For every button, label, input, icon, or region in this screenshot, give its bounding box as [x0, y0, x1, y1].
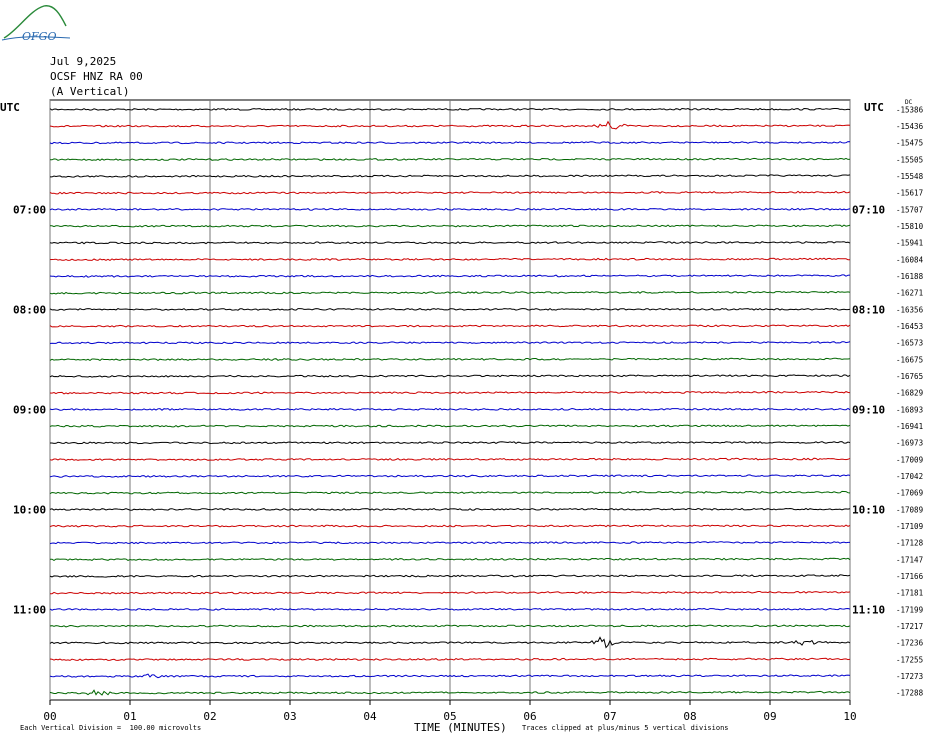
dc-offset-label: -16356: [896, 305, 924, 314]
dc-offset-label: -17147: [896, 555, 923, 564]
x-tick-label: 04: [363, 710, 377, 723]
dc-offset-label: -16765: [896, 372, 923, 381]
helicorder-chart: 00 01 02 03 04 05 06 07 08 09 10-15386-15436-15475…: [0, 99, 924, 723]
x-tick-label: 06: [523, 710, 536, 723]
hour-label-right: 09:10: [852, 403, 885, 416]
dc-offset-label: -15505: [896, 155, 923, 164]
hour-label-right: 07:10: [852, 203, 885, 216]
dc-offset-label: -16188: [896, 272, 924, 281]
dc-offset-label: -16941: [896, 422, 923, 431]
dc-offset-label: -17255: [896, 655, 923, 664]
dc-offset-label: -17199: [896, 605, 923, 614]
hour-label-right: 11:10: [852, 603, 885, 616]
dc-offset-label: -15617: [896, 189, 923, 198]
dc-offset-label: -17217: [896, 622, 923, 631]
x-tick-label: 07: [603, 710, 616, 723]
dc-offset-label: -16893: [896, 405, 923, 414]
utc-right-label: UTC: [864, 101, 884, 114]
clip-note: Traces clipped at plus/minus 5 vertical …: [522, 724, 729, 732]
x-tick-label: 03: [283, 710, 296, 723]
hour-label-left: 10:00: [13, 503, 46, 516]
label-group: 00 01 02 03 04 05 06 07 08 09 10-15386-15436-15475…: [13, 105, 924, 723]
dc-offset-label: -16573: [896, 339, 923, 348]
dc-offset-label: -17009: [896, 455, 923, 464]
dc-offset-label: -15707: [896, 205, 923, 214]
hour-label-left: 08:00: [13, 303, 46, 316]
dc-offset-label: -16271: [896, 289, 923, 298]
hour-label-left: 11:00: [13, 603, 46, 616]
hour-label-left: 07:00: [13, 203, 46, 216]
dc-offset-label: -16453: [896, 322, 923, 331]
grid: [49, 99, 851, 705]
utc-left-label: UTC: [0, 101, 20, 114]
dc-offset-label: -17181: [896, 589, 923, 598]
dc-offset-label: -15941: [896, 239, 923, 248]
dc-offset-label: -17109: [896, 522, 923, 531]
x-tick-label: 10: [843, 710, 856, 723]
x-axis-label: TIME (MINUTES): [414, 721, 507, 734]
x-tick-label: 08: [683, 710, 696, 723]
dc-offset-label: -15436: [896, 122, 924, 131]
x-tick-label: 00: [43, 710, 56, 723]
dc-offset-label: -17273: [896, 672, 923, 681]
x-tick-label: 02: [203, 710, 216, 723]
hour-label-left: 09:00: [13, 403, 46, 416]
dc-offset-label: -16675: [896, 355, 923, 364]
hour-label-right: 08:10: [852, 303, 885, 316]
dc-offset-label: -17166: [896, 572, 924, 581]
dc-offset-label: -17236: [896, 639, 924, 648]
dc-label: DC: [905, 99, 913, 106]
dc-offset-label: -17069: [896, 489, 923, 498]
hour-label-right: 10:10: [852, 503, 885, 516]
dc-offset-label: -16829: [896, 389, 923, 398]
x-tick-label: 01: [123, 710, 136, 723]
dc-offset-label: -16973: [896, 439, 923, 448]
dc-offset-label: -16084: [896, 255, 924, 264]
dc-offset-label: -17042: [896, 472, 923, 481]
scale-note: Each Vertical Division = 100.00 microvol…: [20, 724, 202, 732]
dc-offset-label: -15386: [896, 105, 924, 114]
dc-offset-label: -17288: [896, 689, 924, 698]
dc-offset-label: -15475: [896, 139, 923, 148]
dc-offset-label: -17089: [896, 505, 923, 514]
dc-offset-label: -15810: [896, 222, 924, 231]
x-tick-label: 09: [763, 710, 776, 723]
dc-offset-label: -15548: [896, 172, 924, 181]
dc-offset-label: -17128: [896, 539, 924, 548]
